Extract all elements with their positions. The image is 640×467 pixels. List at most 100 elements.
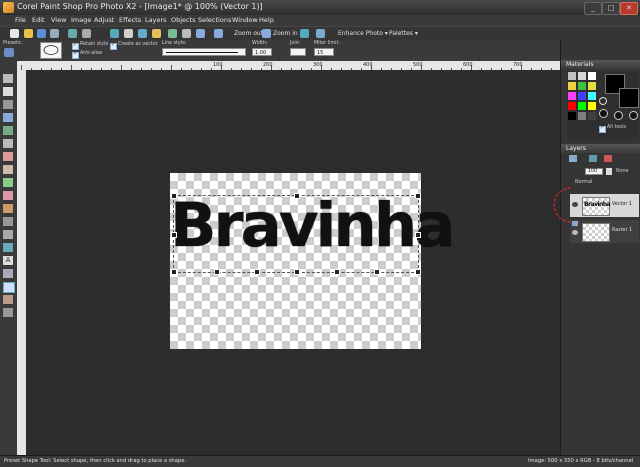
resize-handle[interactable] xyxy=(171,269,177,275)
zoom-out-button[interactable]: Zoom out xyxy=(234,29,263,39)
resize-handle[interactable] xyxy=(415,269,421,275)
color-swatch[interactable] xyxy=(578,102,586,110)
scan-icon[interactable] xyxy=(68,29,77,38)
delete-layer-icon[interactable] xyxy=(604,155,612,162)
red-eye-tool-icon[interactable] xyxy=(3,152,13,161)
menu-image[interactable]: Image xyxy=(71,16,91,24)
color-swatch[interactable] xyxy=(568,112,576,120)
background-color[interactable] xyxy=(619,88,639,108)
pick-tool-icon[interactable] xyxy=(3,87,13,96)
transparent-icon[interactable] xyxy=(629,111,638,120)
adjust-icon[interactable] xyxy=(316,29,325,38)
straighten-tool-icon[interactable] xyxy=(3,139,13,148)
lighten-darken-icon[interactable] xyxy=(3,230,13,239)
mesh-warp-icon[interactable] xyxy=(3,308,13,317)
resize-handle[interactable] xyxy=(415,193,421,199)
resize-handle[interactable] xyxy=(171,193,177,199)
enhance-photo-menu[interactable]: Enhance Photo ▾ xyxy=(338,29,388,39)
mask-mode-select[interactable]: None xyxy=(616,169,629,174)
menu-help[interactable]: Help xyxy=(259,16,274,24)
close-button[interactable]: ✕ xyxy=(620,2,638,15)
resize-handle[interactable] xyxy=(334,269,340,275)
color-swatch[interactable] xyxy=(578,72,586,80)
presets-picker[interactable] xyxy=(4,48,14,57)
flood-fill-icon[interactable] xyxy=(3,243,13,252)
maximize-button[interactable]: □ xyxy=(602,2,620,15)
menu-window[interactable]: Window xyxy=(232,16,258,24)
menu-effects[interactable]: Effects xyxy=(119,16,141,24)
color-swatch[interactable] xyxy=(568,92,576,100)
paint-brush-icon[interactable] xyxy=(3,191,13,200)
image-canvas[interactable]: Bravinha xyxy=(170,173,455,349)
zoom-out-icon[interactable] xyxy=(214,29,223,38)
color-swatch[interactable] xyxy=(578,92,586,100)
zoom-in-button[interactable]: Zoom in xyxy=(273,29,298,39)
miter-limit-input[interactable]: 15 xyxy=(314,48,334,56)
menu-selections[interactable]: Selections xyxy=(198,16,231,24)
dropper-tool-icon[interactable] xyxy=(3,113,13,122)
red-eye-icon[interactable] xyxy=(300,29,309,38)
color-swatch[interactable] xyxy=(568,72,576,80)
color-swatch[interactable] xyxy=(578,82,586,90)
create-as-vector-checkbox[interactable] xyxy=(110,42,117,50)
join-select[interactable] xyxy=(290,48,306,56)
zoom-in-icon[interactable] xyxy=(262,29,271,38)
resize-handle[interactable] xyxy=(214,269,220,275)
new-icon[interactable] xyxy=(10,29,19,38)
color-swatch[interactable] xyxy=(588,82,596,90)
resize-handle[interactable] xyxy=(294,193,300,199)
layer-row-vector-1[interactable]: Bravinha Vector 1 xyxy=(570,194,639,217)
visibility-eye-icon[interactable] xyxy=(572,230,578,235)
resize-handle[interactable] xyxy=(294,269,300,275)
resize-handle[interactable] xyxy=(171,232,177,238)
minimize-button[interactable]: _ xyxy=(584,2,602,15)
new-layer-icon[interactable] xyxy=(569,155,577,162)
pan-tool-icon[interactable] xyxy=(3,74,13,83)
anti-alias-checkbox[interactable] xyxy=(72,51,79,59)
style-icon[interactable] xyxy=(599,109,608,118)
scratch-remover-icon[interactable] xyxy=(3,178,13,187)
swap-colors-icon[interactable] xyxy=(599,97,607,105)
crop-tool-icon[interactable] xyxy=(3,126,13,135)
opacity-input[interactable]: 100 xyxy=(585,168,603,175)
clone-tool-icon[interactable] xyxy=(3,165,13,174)
save-icon[interactable] xyxy=(37,29,46,38)
open-icon[interactable] xyxy=(24,29,33,38)
palettes-menu[interactable]: Palettes ▾ xyxy=(389,29,418,39)
color-swatch[interactable] xyxy=(578,112,586,120)
line-style-select[interactable] xyxy=(162,48,246,56)
menu-adjust[interactable]: Adjust xyxy=(94,16,114,24)
color-swatch[interactable] xyxy=(588,102,596,110)
menu-objects[interactable]: Objects xyxy=(171,16,196,24)
texture-icon[interactable] xyxy=(614,111,623,120)
layer-row-raster-1[interactable]: Raster 1 xyxy=(570,220,639,243)
text-tool-icon[interactable]: A xyxy=(3,256,13,265)
resize-handle[interactable] xyxy=(415,232,421,238)
paste-icon[interactable] xyxy=(152,29,161,38)
color-swatch[interactable] xyxy=(568,82,576,90)
browse-icon[interactable] xyxy=(50,29,59,38)
swatch-grid[interactable] xyxy=(568,72,598,122)
undo-icon[interactable] xyxy=(110,29,119,38)
cut-icon[interactable] xyxy=(124,29,133,38)
resize-handle[interactable] xyxy=(254,269,260,275)
menu-edit[interactable]: Edit xyxy=(32,16,45,24)
help-icon[interactable] xyxy=(196,29,205,38)
copy-icon[interactable] xyxy=(138,29,147,38)
retain-style-checkbox[interactable] xyxy=(72,42,79,50)
shape-picker[interactable] xyxy=(40,42,62,59)
image-size-icon[interactable] xyxy=(182,29,191,38)
layer-group-icon[interactable] xyxy=(589,155,597,162)
menu-layers[interactable]: Layers xyxy=(145,16,167,24)
color-swatch[interactable] xyxy=(588,112,596,120)
menu-file[interactable]: File xyxy=(15,16,26,24)
picture-tube-icon[interactable] xyxy=(3,295,13,304)
blend-lock-icon[interactable] xyxy=(606,168,612,175)
color-swatch[interactable] xyxy=(568,102,576,110)
color-swatch[interactable] xyxy=(588,92,596,100)
eraser-tool-icon[interactable] xyxy=(3,217,13,226)
pen-tool-icon[interactable] xyxy=(3,269,13,278)
width-input[interactable]: 1.00 xyxy=(252,48,272,56)
preset-shape-tool-icon[interactable] xyxy=(3,282,15,293)
print-icon[interactable] xyxy=(82,29,91,38)
